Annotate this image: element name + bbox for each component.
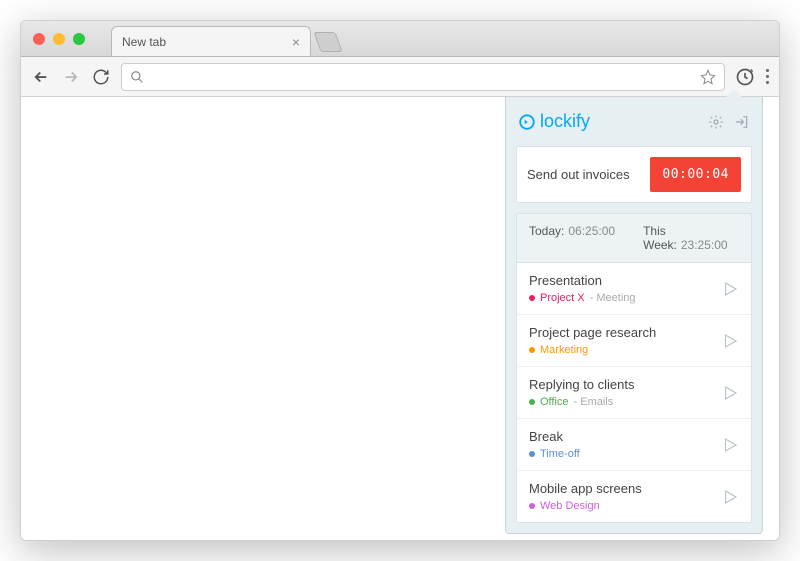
clockify-extension-icon[interactable] bbox=[735, 67, 755, 87]
address-bar[interactable] bbox=[121, 63, 725, 91]
today-value: 06:25:00 bbox=[568, 224, 615, 238]
week-total: This Week: 23:25:00 bbox=[643, 224, 739, 252]
time-entry[interactable]: Presentation Project X - Meeting bbox=[517, 263, 751, 315]
window-maximize-button[interactable] bbox=[73, 33, 85, 45]
project-dot-icon bbox=[529, 451, 535, 457]
window-controls bbox=[33, 33, 85, 45]
logout-icon[interactable] bbox=[734, 114, 750, 130]
active-timer: Send out invoices 00:00:04 bbox=[516, 146, 752, 203]
tab-title: New tab bbox=[122, 35, 166, 49]
entry-title: Break bbox=[529, 429, 721, 444]
timer-task-name[interactable]: Send out invoices bbox=[527, 167, 642, 182]
play-icon[interactable] bbox=[721, 436, 739, 454]
play-icon[interactable] bbox=[721, 488, 739, 506]
logo-text: lockify bbox=[540, 111, 590, 132]
browser-tab[interactable]: New tab × bbox=[111, 26, 311, 56]
project-dot-icon bbox=[529, 295, 535, 301]
entry-title: Project page research bbox=[529, 325, 721, 340]
window-close-button[interactable] bbox=[33, 33, 45, 45]
today-label: Today: bbox=[529, 224, 564, 238]
time-entry[interactable]: Break Time-off bbox=[517, 419, 751, 471]
entry-project: Web Design bbox=[540, 500, 600, 512]
timer-stop-button[interactable]: 00:00:04 bbox=[650, 157, 741, 192]
bookmark-star-icon[interactable] bbox=[700, 69, 716, 85]
forward-button[interactable] bbox=[61, 67, 81, 87]
entry-tag: - Meeting bbox=[590, 292, 636, 304]
clock-icon bbox=[518, 113, 536, 131]
page-content: lockify Send out invoices 00:00:04 Today… bbox=[21, 97, 779, 540]
entry-project: Time-off bbox=[540, 448, 580, 460]
entry-title: Mobile app screens bbox=[529, 481, 721, 496]
project-dot-icon bbox=[529, 399, 535, 405]
clockify-logo: lockify bbox=[518, 111, 590, 132]
browser-menu-button[interactable] bbox=[765, 69, 769, 84]
gear-icon[interactable] bbox=[708, 114, 724, 130]
time-entry[interactable]: Replying to clients Office - Emails bbox=[517, 367, 751, 419]
time-entry[interactable]: Mobile app screens Web Design bbox=[517, 471, 751, 522]
play-icon[interactable] bbox=[721, 332, 739, 350]
entry-project: Office bbox=[540, 396, 569, 408]
popup-header: lockify bbox=[516, 107, 752, 136]
week-value: 23:25:00 bbox=[681, 238, 728, 252]
entry-title: Replying to clients bbox=[529, 377, 721, 392]
browser-toolbar bbox=[21, 57, 779, 97]
entries-list: Today: 06:25:00 This Week: 23:25:00 Presen… bbox=[516, 213, 752, 523]
totals-row: Today: 06:25:00 This Week: 23:25:00 bbox=[517, 214, 751, 263]
titlebar: New tab × bbox=[21, 21, 779, 57]
play-icon[interactable] bbox=[721, 384, 739, 402]
window-minimize-button[interactable] bbox=[53, 33, 65, 45]
entry-project: Project X bbox=[540, 292, 585, 304]
project-dot-icon bbox=[529, 503, 535, 509]
week-label: This Week: bbox=[643, 224, 677, 252]
entry-tag: - Emails bbox=[574, 396, 614, 408]
close-icon[interactable]: × bbox=[292, 34, 300, 50]
entry-title: Presentation bbox=[529, 273, 721, 288]
today-total: Today: 06:25:00 bbox=[529, 224, 615, 252]
play-icon[interactable] bbox=[721, 280, 739, 298]
clockify-popup: lockify Send out invoices 00:00:04 Today… bbox=[505, 97, 763, 534]
back-button[interactable] bbox=[31, 67, 51, 87]
time-entry[interactable]: Project page research Marketing bbox=[517, 315, 751, 367]
reload-button[interactable] bbox=[91, 67, 111, 87]
new-tab-button[interactable] bbox=[313, 32, 342, 52]
project-dot-icon bbox=[529, 347, 535, 353]
search-icon bbox=[130, 70, 144, 84]
entry-project: Marketing bbox=[540, 344, 588, 356]
browser-window: New tab × lockify bbox=[20, 20, 780, 541]
